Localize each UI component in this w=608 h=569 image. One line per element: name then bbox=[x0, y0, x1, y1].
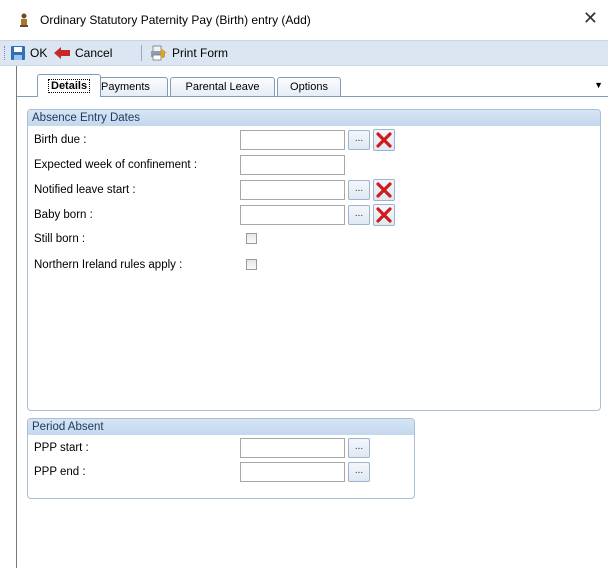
toolbar-grip[interactable] bbox=[4, 46, 7, 60]
dialog-content: Details Payments Parental Leave Options … bbox=[16, 66, 608, 569]
title-bar: Ordinary Statutory Paternity Pay (Birth)… bbox=[0, 0, 608, 40]
birth-due-picker-button[interactable]: ... bbox=[348, 130, 370, 150]
group-header: Absence Entry Dates bbox=[28, 110, 600, 126]
birth-due-label: Birth due : bbox=[34, 134, 87, 146]
ok-label: OK bbox=[30, 46, 48, 60]
delete-x-icon bbox=[376, 182, 392, 198]
ppp-end-picker-button[interactable]: ... bbox=[348, 462, 370, 482]
delete-x-icon bbox=[376, 132, 392, 148]
notified-leave-start-picker-button[interactable]: ... bbox=[348, 180, 370, 200]
still-born-label: Still born : bbox=[34, 233, 86, 245]
toolbar: OK Cancel Print Form bbox=[0, 40, 608, 66]
group-header: Period Absent bbox=[28, 419, 414, 435]
tab-options[interactable]: Options bbox=[277, 77, 341, 96]
birth-due-input[interactable] bbox=[240, 130, 345, 150]
tab-details[interactable]: Details bbox=[37, 74, 102, 97]
ppp-start-label: PPP start : bbox=[34, 442, 89, 454]
baby-born-picker-button[interactable]: ... bbox=[348, 205, 370, 225]
birth-due-clear-button[interactable] bbox=[373, 129, 395, 151]
ppp-end-input[interactable] bbox=[240, 462, 345, 482]
delete-x-icon bbox=[376, 207, 392, 223]
toolbar-separator bbox=[141, 45, 142, 61]
app-icon bbox=[20, 13, 28, 27]
tab-menu-icon[interactable]: ▼ bbox=[594, 80, 603, 90]
notified-leave-start-label: Notified leave start : bbox=[34, 184, 136, 196]
northern-ireland-rules-label: Northern Ireland rules apply : bbox=[34, 259, 183, 271]
baby-born-input[interactable] bbox=[240, 205, 345, 225]
window-title: Ordinary Statutory Paternity Pay (Birth)… bbox=[40, 13, 311, 27]
ppp-end-label: PPP end : bbox=[34, 466, 86, 478]
tab-payments[interactable]: Payments bbox=[90, 77, 168, 96]
baby-born-clear-button[interactable] bbox=[373, 204, 395, 226]
save-icon bbox=[11, 46, 25, 60]
ok-button[interactable]: OK bbox=[10, 44, 47, 62]
tab-parental-leave[interactable]: Parental Leave bbox=[170, 77, 275, 96]
ppp-start-input[interactable] bbox=[240, 438, 345, 458]
back-arrow-icon bbox=[54, 47, 70, 59]
print-form-label: Print Form bbox=[172, 46, 229, 60]
details-pane: Absence Entry Dates Birth due : ... Expe… bbox=[17, 96, 608, 569]
northern-ireland-rules-checkbox[interactable] bbox=[246, 259, 257, 270]
notified-leave-start-clear-button[interactable] bbox=[373, 179, 395, 201]
print-form-icon bbox=[151, 45, 167, 61]
ppp-start-picker-button[interactable]: ... bbox=[348, 438, 370, 458]
expected-week-label: Expected week of confinement : bbox=[34, 159, 198, 171]
period-absent-group: Period Absent PPP start : ... PPP end : … bbox=[27, 418, 415, 499]
print-form-button[interactable]: Print Form bbox=[150, 44, 228, 62]
cancel-label: Cancel bbox=[75, 46, 113, 60]
expected-week-input[interactable] bbox=[240, 155, 345, 175]
tab-strip: Details Payments Parental Leave Options … bbox=[17, 74, 608, 97]
notified-leave-start-input[interactable] bbox=[240, 180, 345, 200]
baby-born-label: Baby born : bbox=[34, 209, 93, 221]
cancel-button[interactable]: Cancel bbox=[53, 44, 112, 62]
absence-entry-dates-group: Absence Entry Dates Birth due : ... Expe… bbox=[27, 109, 601, 411]
close-icon[interactable]: ✕ bbox=[583, 9, 598, 27]
still-born-checkbox[interactable] bbox=[246, 233, 257, 244]
